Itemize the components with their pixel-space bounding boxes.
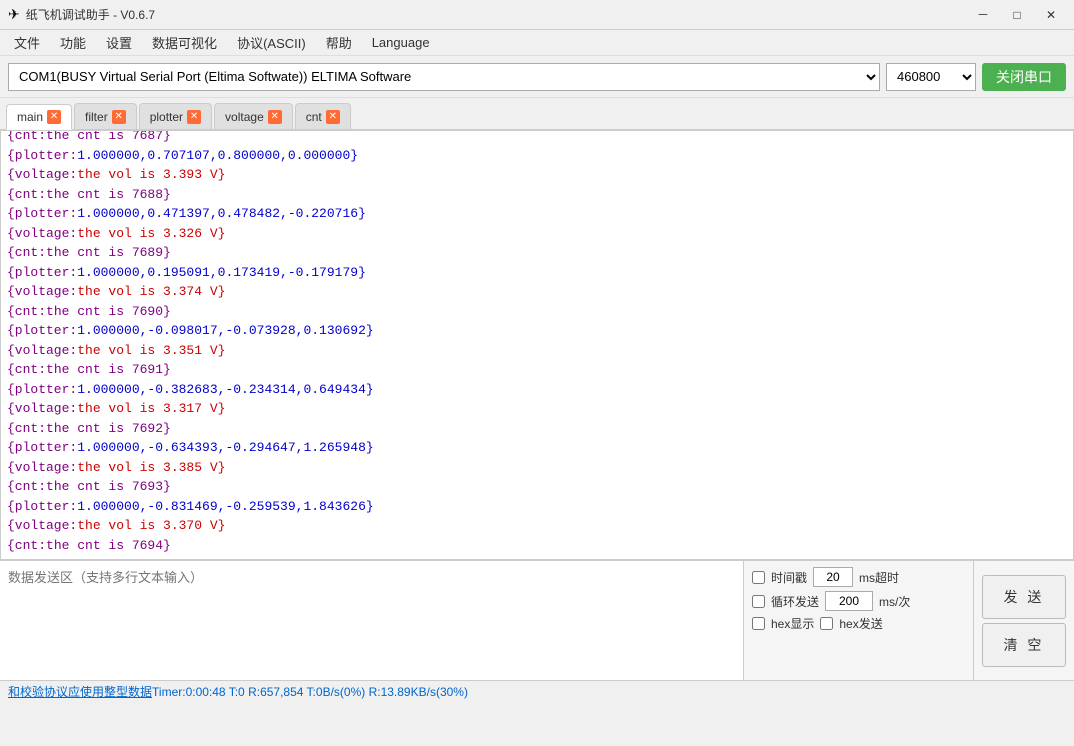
tab-filter-close[interactable]: ✕	[112, 110, 126, 124]
loop-checkbox[interactable]	[752, 595, 765, 608]
send-button[interactable]: 发 送	[982, 575, 1066, 619]
log-line: {voltage:the vol is 3.385 V}	[7, 458, 1067, 478]
status-link[interactable]: 和校验协议应使用整型数据	[8, 683, 152, 700]
log-line: {plotter:1.000000,-0.098017,-0.073928,0.…	[7, 321, 1067, 341]
timeout-unit: ms超时	[859, 569, 899, 586]
status-stats: Timer:0:00:48 T:0 R:657,854 T:0B/s(0%) R…	[152, 685, 468, 699]
timeout-value[interactable]	[813, 567, 853, 587]
port-bar: COM1(BUSY Virtual Serial Port (Eltima So…	[0, 56, 1074, 98]
tab-plotter[interactable]: plotter ✕	[139, 103, 212, 129]
menu-visualization[interactable]: 数据可视化	[142, 30, 227, 55]
loop-row: 循环发送 ms/次	[752, 591, 965, 611]
bottom-area: 时间戳 ms超时 循环发送 ms/次 hex显示 hex发送 发 送 清 空	[0, 560, 1074, 680]
timeout-row: 时间戳 ms超时	[752, 567, 965, 587]
log-line: {cnt:the cnt is 7691}	[7, 360, 1067, 380]
loop-label: 循环发送	[771, 593, 819, 610]
log-line: {cnt:the cnt is 7693}	[7, 477, 1067, 497]
log-line: {plotter:1.000000,0.195091,0.173419,-0.1…	[7, 263, 1067, 283]
log-line: {voltage:the vol is 3.317 V}	[7, 399, 1067, 419]
hex-row: hex显示 hex发送	[752, 615, 965, 632]
app-title: 纸飞机调试助手 - V0.6.7	[26, 6, 155, 23]
tab-plotter-close[interactable]: ✕	[187, 110, 201, 124]
menu-function[interactable]: 功能	[50, 30, 96, 55]
tab-cnt[interactable]: cnt ✕	[295, 103, 351, 129]
timeout-checkbox[interactable]	[752, 571, 765, 584]
title-bar-controls: － □ ✕	[968, 4, 1066, 26]
menu-bar: 文件 功能 设置 数据可视化 协议(ASCII) 帮助 Language	[0, 30, 1074, 56]
hex-send-label: hex发送	[839, 615, 882, 632]
tab-filter-label: filter	[85, 110, 108, 124]
hex-display-label: hex显示	[771, 615, 814, 632]
tab-voltage[interactable]: voltage ✕	[214, 103, 293, 129]
log-line: {cnt:the cnt is 7692}	[7, 419, 1067, 439]
log-line: {cnt:the cnt is 7687}	[7, 130, 1067, 146]
port-select[interactable]: COM1(BUSY Virtual Serial Port (Eltima So…	[8, 63, 880, 91]
log-line: {plotter:1.000000,-0.382683,-0.234314,0.…	[7, 380, 1067, 400]
log-line: {plotter:1.000000,-0.831469,-0.259539,1.…	[7, 497, 1067, 517]
tab-cnt-close[interactable]: ✕	[326, 110, 340, 124]
log-line: {plotter:1.000000,0.707107,0.800000,0.00…	[7, 146, 1067, 166]
tab-main-close[interactable]: ✕	[47, 110, 61, 124]
hex-send-checkbox[interactable]	[820, 617, 833, 630]
log-line: {cnt:the cnt is 7689}	[7, 243, 1067, 263]
log-line: {voltage:the vol is 3.326 V}	[7, 224, 1067, 244]
log-line: {voltage:the vol is 3.393 V}	[7, 165, 1067, 185]
title-bar-left: ✈ 纸飞机调试助手 - V0.6.7	[8, 6, 155, 23]
baud-select[interactable]: 9600 19200 38400 57600 115200 230400 460…	[886, 63, 976, 91]
log-line: {plotter:1.000000,-0.634393,-0.294647,1.…	[7, 438, 1067, 458]
log-line: {plotter:1.000000,0.471397,0.478482,-0.2…	[7, 204, 1067, 224]
hex-display-checkbox[interactable]	[752, 617, 765, 630]
log-area[interactable]: {cnt:the cnt is 7687}{plotter:1.000000,0…	[0, 130, 1074, 560]
log-line: {cnt:the cnt is 7688}	[7, 185, 1067, 205]
log-line: {voltage:the vol is 3.351 V}	[7, 341, 1067, 361]
loop-unit: ms/次	[879, 593, 910, 610]
tab-main-label: main	[17, 110, 43, 124]
status-bar: 和校验协议应使用整型数据 Timer:0:00:48 T:0 R:657,854…	[0, 680, 1074, 702]
tab-plotter-label: plotter	[150, 110, 183, 124]
loop-value[interactable]	[825, 591, 873, 611]
app-icon: ✈	[8, 6, 20, 23]
send-text-input[interactable]	[0, 561, 744, 680]
maximize-button[interactable]: □	[1002, 4, 1032, 26]
log-line: {cnt:the cnt is 7694}	[7, 536, 1067, 556]
log-line: {voltage:the vol is 3.370 V}	[7, 516, 1067, 536]
title-bar: ✈ 纸飞机调试助手 - V0.6.7 － □ ✕	[0, 0, 1074, 30]
timeout-label: 时间戳	[771, 569, 807, 586]
close-port-button[interactable]: 关闭串口	[982, 63, 1066, 91]
menu-file[interactable]: 文件	[4, 30, 50, 55]
menu-language[interactable]: Language	[362, 30, 440, 55]
tab-main[interactable]: main ✕	[6, 104, 72, 130]
minimize-button[interactable]: －	[968, 4, 998, 26]
log-line: {cnt:the cnt is 7690}	[7, 302, 1067, 322]
send-controls: 时间戳 ms超时 循环发送 ms/次 hex显示 hex发送	[744, 561, 974, 680]
tab-filter[interactable]: filter ✕	[74, 103, 137, 129]
tab-voltage-label: voltage	[225, 110, 264, 124]
tab-cnt-label: cnt	[306, 110, 322, 124]
tabs-bar: main ✕ filter ✕ plotter ✕ voltage ✕ cnt …	[0, 98, 1074, 130]
log-line: {voltage:the vol is 3.374 V}	[7, 282, 1067, 302]
menu-settings[interactable]: 设置	[96, 30, 142, 55]
menu-protocol[interactable]: 协议(ASCII)	[227, 30, 316, 55]
send-buttons: 发 送 清 空	[974, 561, 1074, 680]
clear-button[interactable]: 清 空	[982, 623, 1066, 667]
tab-voltage-close[interactable]: ✕	[268, 110, 282, 124]
close-button[interactable]: ✕	[1036, 4, 1066, 26]
menu-help[interactable]: 帮助	[316, 30, 362, 55]
